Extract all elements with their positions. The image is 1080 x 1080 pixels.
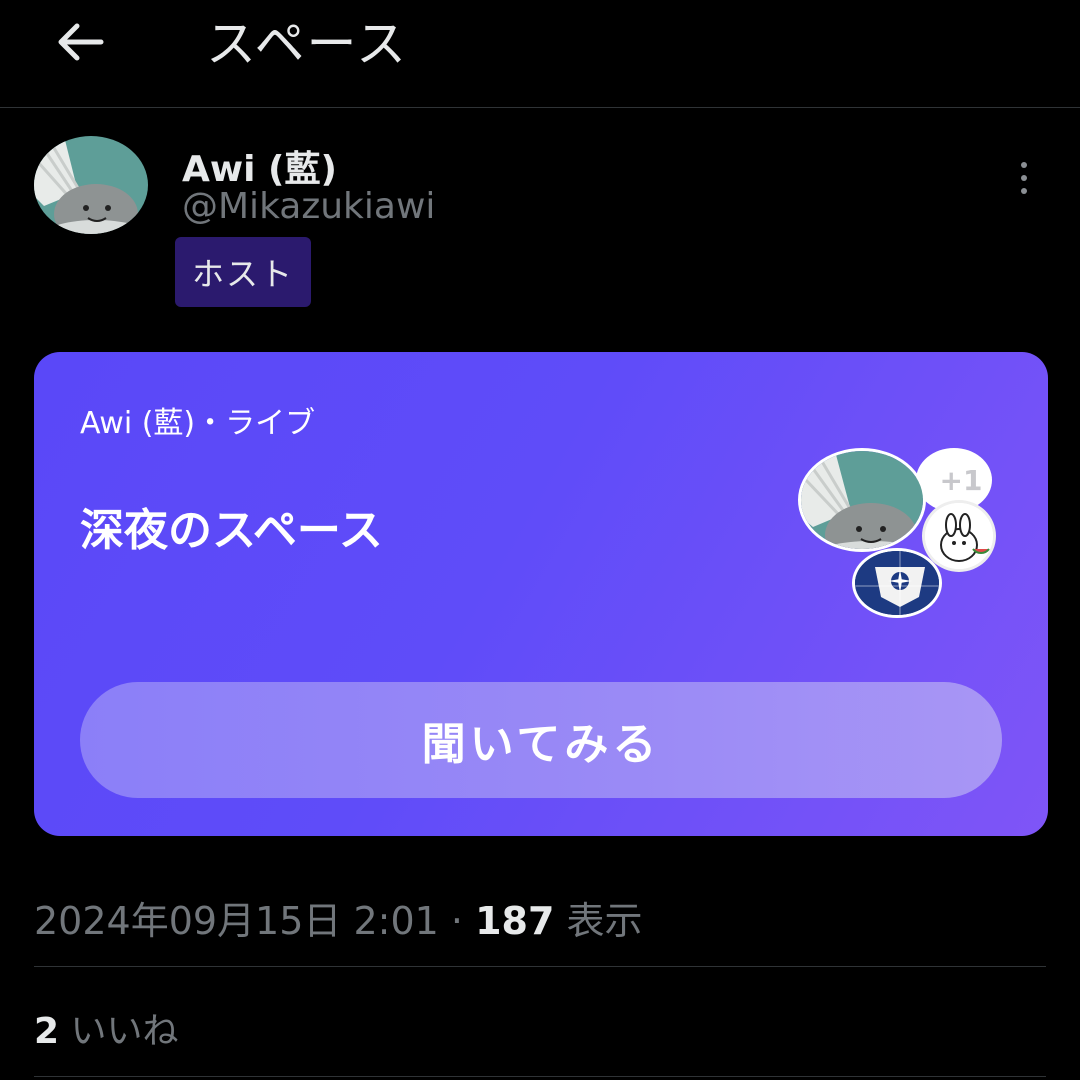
space-host-live-status: Awi (藍)・ライブ (80, 406, 316, 441)
space-card[interactable]: Awi (藍)・ライブ 深夜のスペース +1 聞いてみる (34, 352, 1048, 836)
back-button[interactable] (48, 14, 112, 70)
views-label: 表示 (554, 899, 643, 943)
more-options-button[interactable] (1004, 156, 1044, 200)
likes-label: いいね (59, 1011, 179, 1052)
space-title: 深夜のスペース (80, 505, 383, 556)
page-title: スペース (206, 15, 408, 73)
axolotl-avatar-icon (801, 451, 923, 549)
more-dot (1021, 175, 1027, 181)
host-username[interactable]: @Mikazukiawi (182, 186, 435, 227)
host-display-name[interactable]: Awi (藍) (182, 140, 337, 192)
participant-avatar-emblem (852, 548, 942, 618)
divider (34, 1076, 1046, 1077)
views-count: 187 (475, 899, 555, 943)
likes-summary[interactable]: 2 いいね (34, 1002, 179, 1054)
arrow-left-icon (58, 23, 104, 61)
compass-emblem-icon (855, 551, 939, 615)
more-dot (1021, 188, 1027, 194)
more-vertical-icon (1021, 162, 1027, 168)
host-avatar[interactable] (34, 136, 148, 234)
participant-avatar-host (798, 448, 926, 552)
divider (34, 966, 1046, 967)
space-datetime: 2024年09月15日 2:01 · (34, 899, 476, 943)
rabbit-icon (925, 503, 993, 569)
axolotl-avatar-icon (34, 136, 148, 234)
top-bar: スペース (0, 0, 1080, 108)
likes-count: 2 (34, 1011, 60, 1052)
host-role-badge: ホスト (175, 237, 311, 307)
space-meta: 2024年09月15日 2:01 · 187 表示 (34, 890, 643, 945)
listen-button[interactable]: 聞いてみる (80, 682, 1002, 798)
